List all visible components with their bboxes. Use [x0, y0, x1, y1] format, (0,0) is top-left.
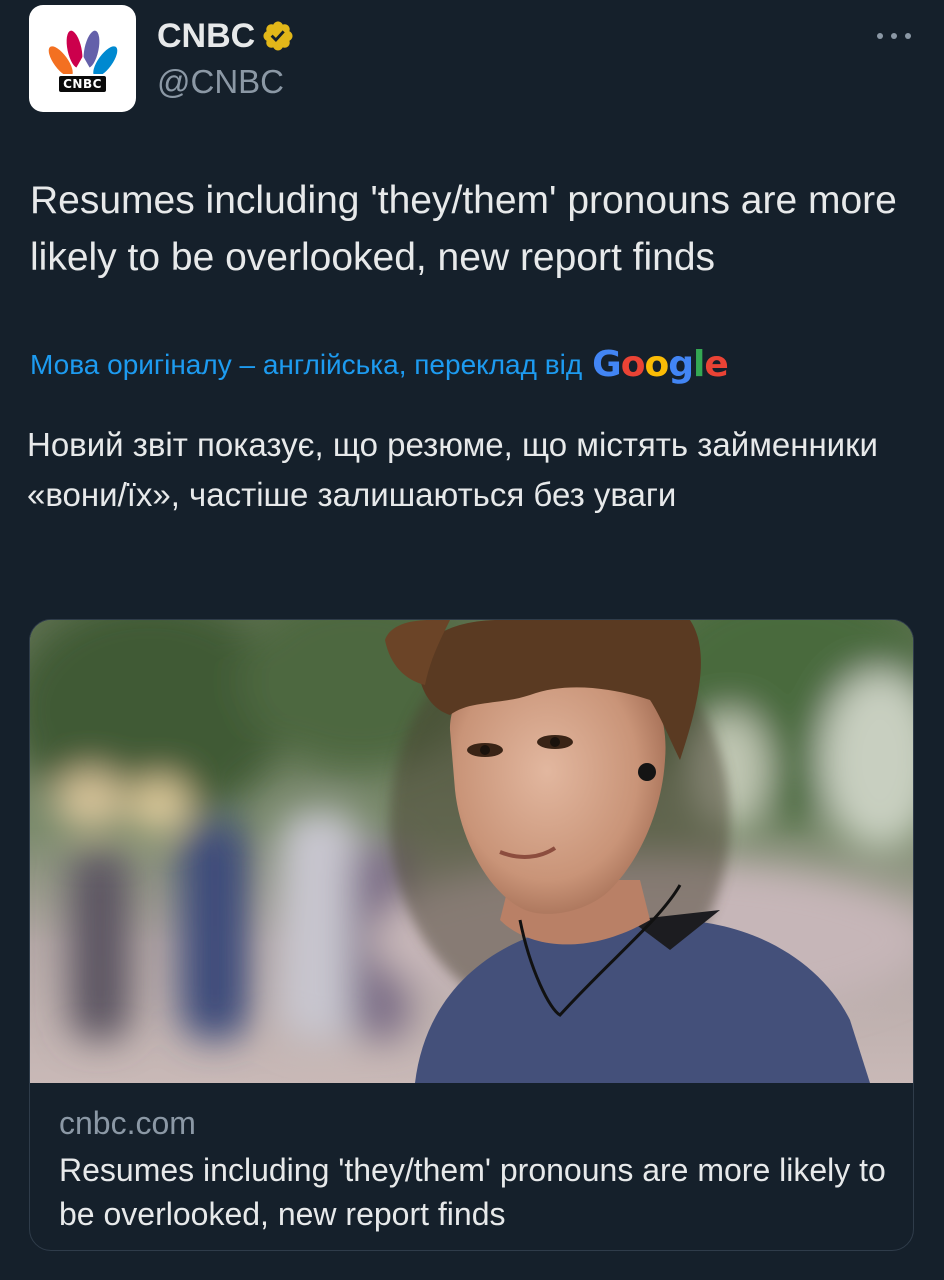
tweet: CNBC CNBC @CNBC Resumes including 'they/…	[0, 0, 944, 1280]
card-title: Resumes including 'they/them' pronouns a…	[59, 1152, 886, 1232]
google-logo-letter: l	[692, 344, 705, 385]
translation-note[interactable]: Мова оригіналу – англійська, переклад ві…	[30, 343, 729, 387]
author-name-row: CNBC	[157, 16, 295, 56]
card-domain: cnbc.com	[59, 1105, 196, 1141]
google-logo: Google	[592, 343, 729, 387]
google-logo-letter: o	[644, 344, 669, 385]
author-display-name[interactable]: CNBC	[157, 16, 255, 56]
more-options-icon[interactable]	[874, 26, 914, 46]
tweet-text: Resumes including 'they/them' pronouns a…	[30, 179, 897, 279]
translation-note-label: Мова оригіналу – англійська, переклад ві…	[30, 349, 583, 380]
card-image[interactable]	[30, 620, 913, 1083]
avatar-logo-text: CNBC	[59, 75, 106, 92]
google-logo-letter: o	[620, 344, 646, 385]
google-logo-letter: G	[592, 344, 622, 385]
verified-badge-icon	[263, 21, 293, 51]
translated-text: Новий звіт показує, що резюме, що містят…	[27, 426, 878, 513]
cnbc-peacock-logo-icon	[48, 30, 117, 74]
author-handle[interactable]: @CNBC	[157, 62, 284, 102]
google-logo-letter: e	[704, 344, 728, 385]
link-preview-card[interactable]: cnbc.com Resumes including 'they/them' p…	[29, 619, 914, 1251]
author-avatar[interactable]: CNBC	[29, 5, 136, 112]
google-logo-letter: g	[668, 344, 694, 385]
